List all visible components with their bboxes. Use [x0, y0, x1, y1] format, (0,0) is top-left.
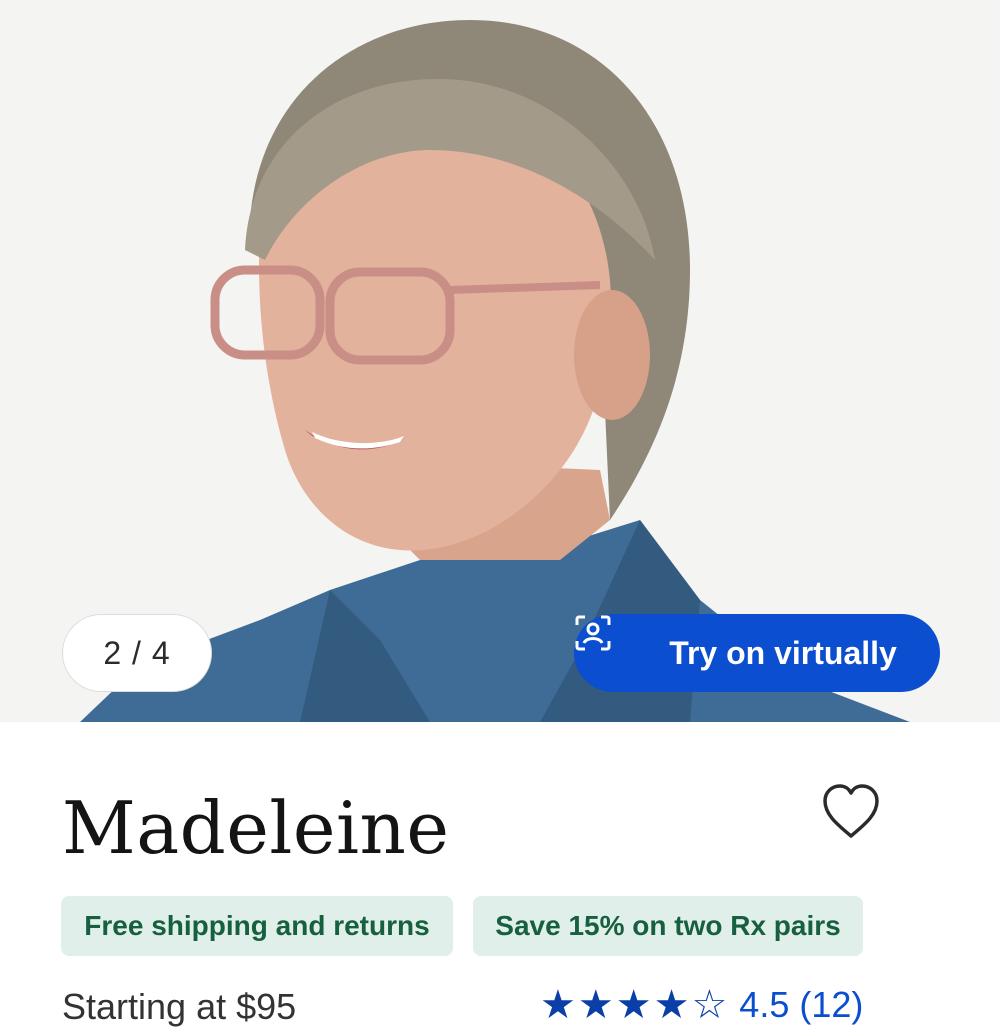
image-counter: 2 / 4 — [62, 614, 212, 692]
starting-price: Starting at $95 — [62, 986, 297, 1027]
face-scan-icon — [575, 615, 655, 672]
heart-outline-icon[interactable] — [820, 782, 882, 840]
rating-value: 4.5 — [739, 984, 790, 1025]
rating-summary[interactable]: ★★★★☆ 4.5 (12) — [540, 982, 863, 1028]
star-rating-icon: ★★★★☆ — [540, 983, 730, 1027]
product-title: Madeleine — [62, 786, 450, 870]
try-on-label: Try on virtually — [669, 634, 897, 671]
review-count-link[interactable]: (12) — [799, 984, 863, 1026]
product-image-gallery[interactable]: 2 / 4 Try on virtually — [0, 0, 1000, 722]
free-shipping-badge: Free shipping and returns — [61, 896, 453, 956]
try-on-virtually-button[interactable]: Try on virtually — [574, 614, 940, 692]
rx-discount-badge: Save 15% on two Rx pairs — [473, 896, 863, 956]
